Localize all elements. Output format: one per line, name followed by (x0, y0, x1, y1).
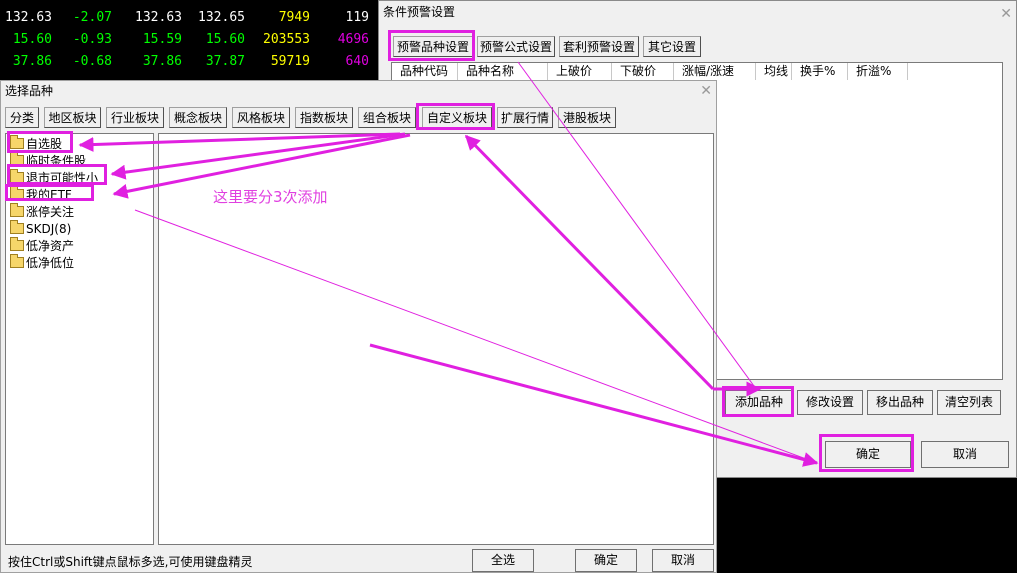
arrow-line (78, 132, 401, 153)
arrow-line (369, 343, 819, 467)
arrow-line (134, 209, 818, 464)
annotation-note: 这里要分3次添加 (213, 188, 328, 206)
annotation-arrows (78, 61, 819, 467)
arrow-line (464, 134, 715, 391)
